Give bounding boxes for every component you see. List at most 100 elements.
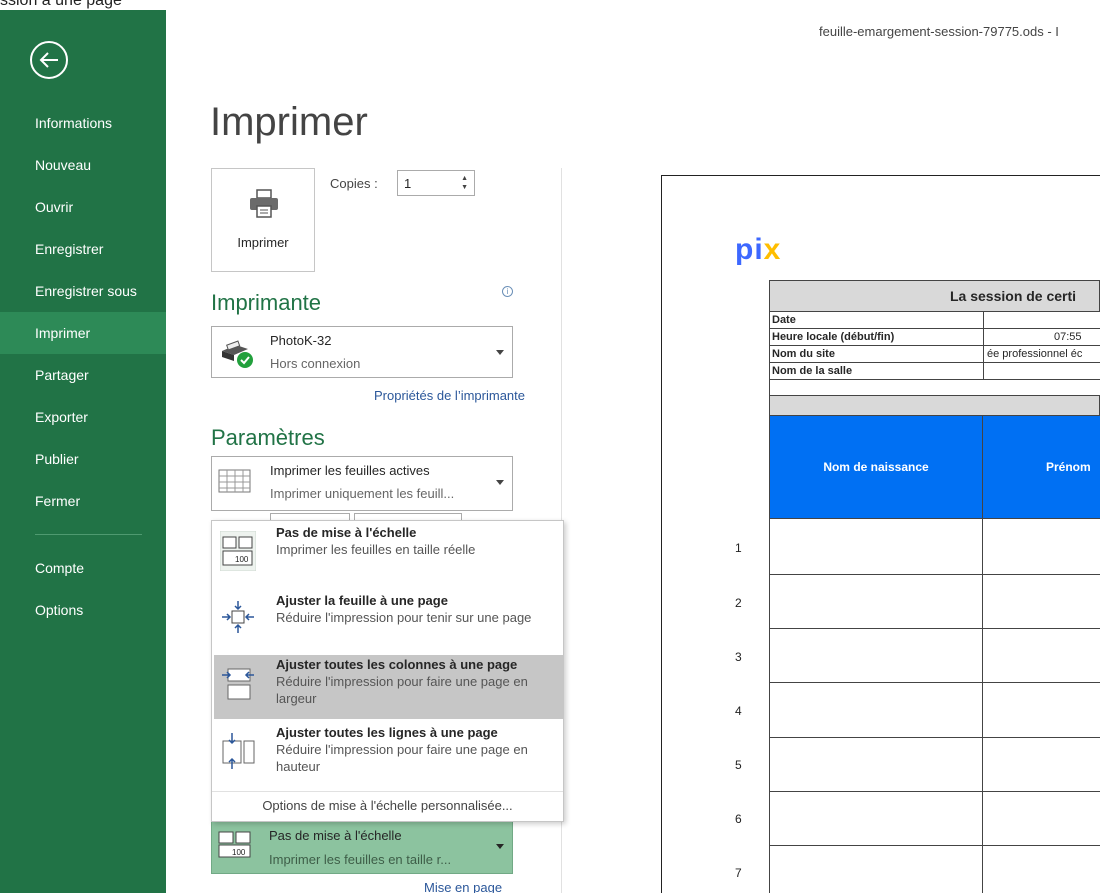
sheets-select[interactable]: Imprimer les feuilles actives Imprimer u… bbox=[211, 456, 513, 511]
grid-line bbox=[769, 845, 1100, 846]
settings-heading: Paramètres bbox=[211, 425, 325, 450]
printer-offline-icon bbox=[218, 337, 254, 374]
info-value: ée professionnel éc bbox=[983, 346, 1100, 362]
scaling-option-fit-sheet[interactable]: Ajuster la feuille à une page Réduire l'… bbox=[214, 591, 563, 653]
sidebar-item-enregistrer[interactable]: Enregistrer bbox=[0, 228, 166, 270]
scaling-option-title: Ajuster la feuille à une page bbox=[276, 593, 448, 608]
printer-properties-link[interactable]: Propriétés de l’imprimante bbox=[374, 388, 525, 403]
fit-sheet-icon bbox=[220, 599, 256, 640]
print-backstage: ssion à une page Informations Nouveau Ou… bbox=[0, 0, 1100, 893]
sidebar-item-nouveau[interactable]: Nouveau bbox=[0, 144, 166, 186]
info-row: Date bbox=[769, 312, 1100, 329]
grid-line bbox=[769, 628, 1100, 629]
sheet-gray-band bbox=[769, 396, 1100, 416]
chevron-down-icon bbox=[496, 350, 504, 355]
sidebar-item-compte[interactable]: Compte bbox=[0, 547, 166, 589]
info-label: Heure locale (début/fin) bbox=[772, 331, 895, 343]
grid-line bbox=[769, 737, 1100, 738]
scaling-option-desc: Réduire l'impression pour faire une page… bbox=[276, 742, 528, 774]
printer-name: PhotoK-32 bbox=[270, 333, 332, 348]
row-number: 5 bbox=[735, 758, 742, 772]
no-scaling-icon: 100 bbox=[219, 530, 257, 576]
sheet-title: La session de certi bbox=[769, 280, 1100, 312]
scaling-select-title: Pas de mise à l'échelle bbox=[269, 828, 402, 843]
sidebar-item-fermer[interactable]: Fermer bbox=[0, 480, 166, 522]
sidebar-item-options[interactable]: Options bbox=[0, 589, 166, 631]
logo-letter-p: p bbox=[735, 233, 755, 266]
printer-heading: Imprimante bbox=[211, 290, 322, 315]
scaling-option-desc: Réduire l'impression pour faire une page… bbox=[276, 674, 528, 706]
sidebar-divider bbox=[35, 534, 142, 535]
row-number: 1 bbox=[735, 541, 742, 555]
scaling-option-fit-columns[interactable]: Ajuster toutes les colonnes à une page R… bbox=[214, 655, 563, 719]
row-number: 6 bbox=[735, 812, 742, 826]
sheets-desc: Imprimer uniquement les feuill... bbox=[270, 486, 455, 501]
row-number: 4 bbox=[735, 704, 742, 718]
sidebar-item-partager[interactable]: Partager bbox=[0, 354, 166, 396]
scaling-menu: 100 Pas de mise à l'échelle Imprimer les… bbox=[211, 520, 564, 822]
row-number: 3 bbox=[735, 650, 742, 664]
scaling-option-desc: Imprimer les feuilles en taille réelle bbox=[276, 542, 476, 557]
scaling-select-desc: Imprimer les feuilles en taille r... bbox=[269, 852, 452, 867]
pix-logo: pix bbox=[735, 233, 781, 267]
sidebar-item-informations[interactable]: Informations bbox=[0, 102, 166, 144]
scaling-option-title: Pas de mise à l'échelle bbox=[276, 525, 417, 540]
grid-line bbox=[769, 682, 1100, 683]
window-filename: feuille-emargement-session-79775.ods - I bbox=[819, 24, 1059, 39]
sidebar-item-exporter[interactable]: Exporter bbox=[0, 396, 166, 438]
grid-line bbox=[982, 519, 983, 893]
fit-columns-icon bbox=[220, 663, 256, 708]
chevron-down-icon bbox=[496, 480, 504, 485]
scaling-option-desc: Réduire l'impression pour tenir sur une … bbox=[276, 610, 532, 625]
printer-status: Hors connexion bbox=[270, 356, 361, 371]
info-label: Nom du site bbox=[772, 348, 835, 360]
info-row: Nom de la salle bbox=[769, 363, 1100, 380]
sidebar-item-enregistrer-sous[interactable]: Enregistrer sous bbox=[0, 270, 166, 312]
info-row: Heure locale (début/fin) 07:55 bbox=[769, 329, 1100, 346]
page-title: Imprimer bbox=[210, 100, 368, 144]
sheet-grid-icon bbox=[218, 467, 252, 500]
print-button-label: Imprimer bbox=[237, 235, 289, 250]
custom-scaling-options[interactable]: Options de mise à l'échelle personnalisé… bbox=[212, 791, 563, 821]
sidebar-item-publier[interactable]: Publier bbox=[0, 438, 166, 480]
copies-value[interactable]: 1 bbox=[404, 176, 411, 191]
page-setup-link[interactable]: Mise en page bbox=[424, 880, 502, 893]
copies-spinner[interactable]: 1 ▲ ▼ bbox=[397, 170, 475, 196]
info-label: Nom de la salle bbox=[772, 365, 853, 377]
svg-text:100: 100 bbox=[235, 555, 249, 564]
sheets-title: Imprimer les feuilles actives bbox=[270, 463, 430, 478]
logo-letter-x: x bbox=[763, 233, 782, 266]
info-row: Nom du site ée professionnel éc bbox=[769, 346, 1100, 363]
printer-icon bbox=[248, 189, 280, 224]
sidebar-item-imprimer[interactable]: Imprimer bbox=[0, 312, 166, 354]
clipped-header-text: ssion à une page bbox=[0, 0, 122, 9]
copies-label: Copies : bbox=[330, 176, 378, 191]
info-label: Date bbox=[772, 314, 796, 326]
grid-line bbox=[769, 791, 1100, 792]
scaling-option-fit-rows[interactable]: Ajuster toutes les lignes à une page Réd… bbox=[214, 723, 563, 787]
row-number: 2 bbox=[735, 596, 742, 610]
backstage-sidebar: Informations Nouveau Ouvrir Enregistrer … bbox=[0, 10, 166, 893]
scaling-option-title: Ajuster toutes les colonnes à une page bbox=[276, 657, 518, 672]
logo-letter-i: i bbox=[754, 233, 764, 266]
scaling-select[interactable]: 100 Pas de mise à l'échelle Imprimer les… bbox=[211, 820, 513, 874]
chevron-down-icon bbox=[496, 844, 504, 849]
sidebar-nav: Informations Nouveau Ouvrir Enregistrer … bbox=[0, 102, 166, 631]
print-button[interactable]: Imprimer bbox=[211, 168, 315, 272]
column-header: Prénom bbox=[1046, 460, 1091, 474]
sidebar-item-ouvrir[interactable]: Ouvrir bbox=[0, 186, 166, 228]
spinner-arrows-icon[interactable]: ▲ ▼ bbox=[461, 174, 468, 192]
scaling-option-none[interactable]: 100 Pas de mise à l'échelle Imprimer les… bbox=[214, 523, 563, 585]
fit-rows-icon bbox=[220, 731, 256, 776]
scaling-option-title: Ajuster toutes les lignes à une page bbox=[276, 725, 498, 740]
table-header: Nom de naissance Prénom bbox=[769, 416, 1100, 519]
svg-text:100: 100 bbox=[232, 848, 246, 857]
info-value bbox=[983, 363, 1100, 379]
printer-select[interactable]: PhotoK-32 Hors connexion bbox=[211, 326, 513, 378]
grid-line bbox=[769, 574, 1100, 575]
grid-line bbox=[769, 519, 770, 893]
back-arrow-icon[interactable] bbox=[30, 41, 68, 79]
row-number: 7 bbox=[735, 866, 742, 880]
info-value bbox=[983, 312, 1100, 328]
info-icon[interactable]: i bbox=[502, 286, 513, 297]
